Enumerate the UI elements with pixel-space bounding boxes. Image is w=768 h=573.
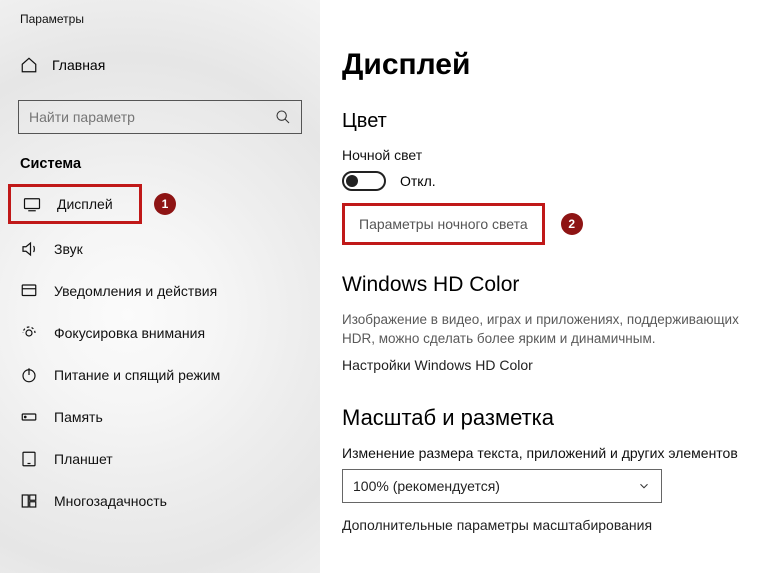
nav-notifications-label: Уведомления и действия [54,283,217,299]
color-heading: Цвет [342,110,750,133]
sound-icon [20,240,38,258]
nav-storage-label: Память [54,409,103,425]
scale-dropdown[interactable]: 100% (рекомендуется) [342,469,662,503]
main-content: Дисплей Цвет Ночной свет Откл. Параметры… [320,0,768,573]
focus-icon [20,324,38,342]
scale-heading: Масштаб и разметка [342,405,750,431]
home-icon [20,56,38,74]
nav-home-label: Главная [52,57,105,73]
nav-notifications[interactable]: Уведомления и действия [0,270,320,312]
toggle-state-label: Откл. [400,173,436,189]
nav-focus-label: Фокусировка внимания [54,325,205,341]
nav-power-label: Питание и спящий режим [54,367,220,383]
scale-dropdown-value: 100% (рекомендуется) [353,478,500,494]
search-input[interactable] [18,100,302,134]
tablet-icon [20,450,38,468]
nav-home[interactable]: Главная [0,46,320,84]
scale-label: Изменение размера текста, приложений и д… [342,445,750,461]
multitask-icon [20,492,38,510]
nav-multitask[interactable]: Многозадачность [0,480,320,522]
callout-badge-2: 2 [561,213,583,235]
app-title: Параметры [0,12,320,46]
nav-sound[interactable]: Звук [0,228,320,270]
nav-storage[interactable]: Память [0,396,320,438]
nav-sound-label: Звук [54,241,83,257]
settings-sidebar: Параметры Главная Система Дисплей 1 [0,0,320,573]
hd-color-description: Изображение в видео, играх и приложениях… [342,311,750,349]
section-heading-system: Система [0,152,320,184]
nav-tablet-label: Планшет [54,451,113,467]
nav-multitask-label: Многозадачность [54,493,167,509]
notifications-icon [20,282,38,300]
search-icon [275,109,291,125]
scale-advanced-link[interactable]: Дополнительные параметры масштабирования [342,517,750,533]
nav-display-label: Дисплей [57,196,113,212]
nav-power[interactable]: Питание и спящий режим [0,354,320,396]
page-title: Дисплей [342,48,750,82]
toggle-knob [346,175,358,187]
night-light-label: Ночной свет [342,147,750,163]
power-icon [20,366,38,384]
nav-tablet[interactable]: Планшет [0,438,320,480]
hd-color-settings-link[interactable]: Настройки Windows HD Color [342,357,750,373]
chevron-down-icon [637,479,651,493]
nav-focus[interactable]: Фокусировка внимания [0,312,320,354]
night-light-settings-link-frame: Параметры ночного света [342,203,545,245]
nav-display[interactable]: Дисплей [8,184,142,224]
display-icon [23,195,41,213]
callout-badge-1: 1 [154,193,176,215]
night-light-settings-link[interactable]: Параметры ночного света [359,216,528,232]
storage-icon [20,408,38,426]
night-light-toggle[interactable] [342,171,386,191]
search-field[interactable] [29,109,275,125]
hd-color-heading: Windows HD Color [342,273,750,297]
